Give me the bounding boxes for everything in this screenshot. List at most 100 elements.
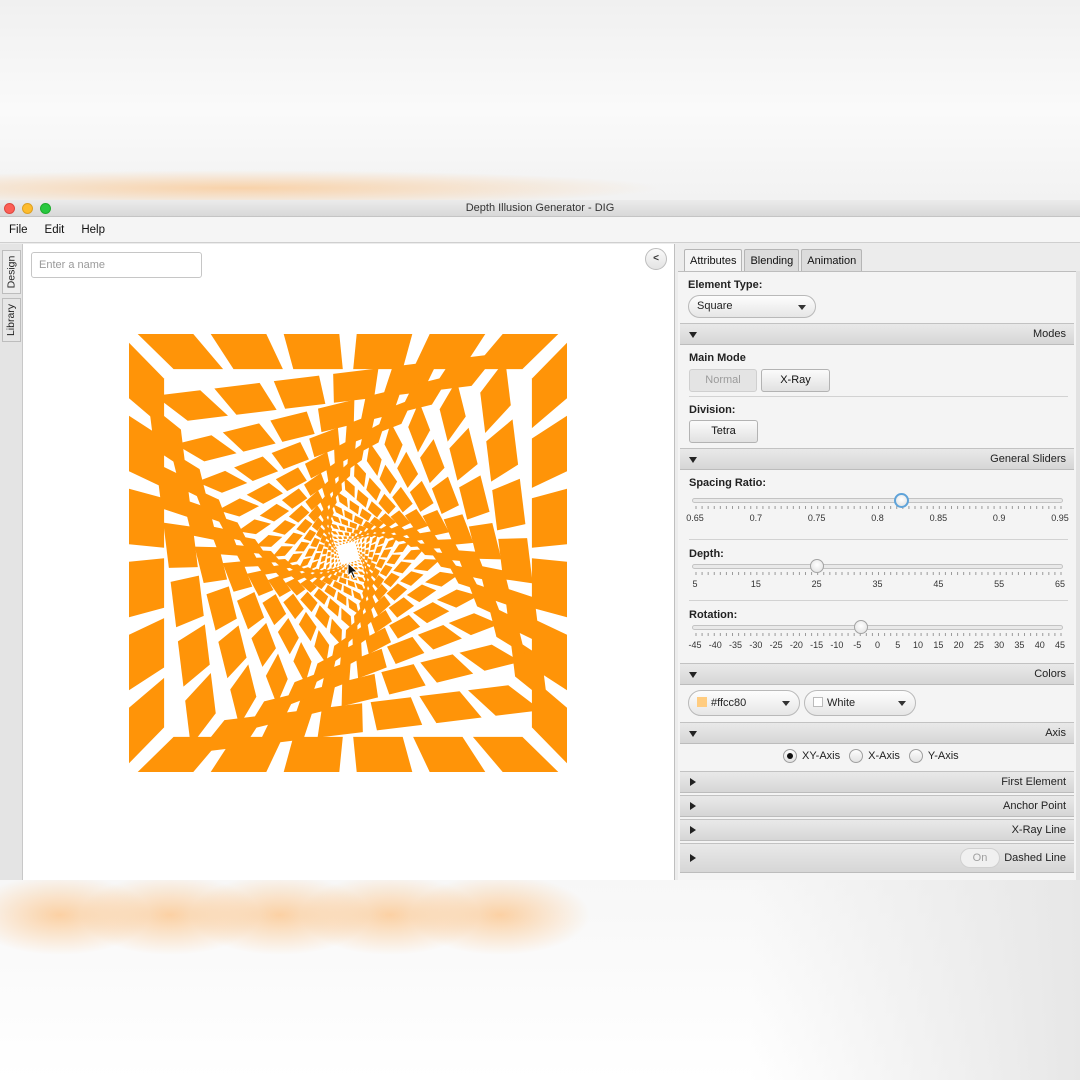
section-modes-header[interactable]: Modes bbox=[680, 323, 1074, 345]
depth-illusion-artwork[interactable] bbox=[127, 332, 569, 774]
illusion-tile bbox=[177, 624, 210, 687]
axis-option-y[interactable]: Y-Axis bbox=[908, 749, 959, 763]
expand-triangle-icon bbox=[689, 457, 697, 463]
dashed-line-toggle[interactable]: On bbox=[960, 848, 1000, 868]
illusion-tile bbox=[331, 548, 334, 553]
primary-color-value: #ffcc80 bbox=[711, 697, 747, 709]
rotation-slider-tick-labels: -45 -40 -35 -30 -25 -20 -15 -10 -5 0 5 10 15 20 25 30 35… bbox=[678, 640, 1078, 652]
axis-option-xy[interactable]: XY-Axis bbox=[783, 749, 840, 763]
design-canvas[interactable]: < bbox=[23, 244, 675, 880]
illusion-tile bbox=[340, 518, 349, 527]
spacing-slider-tick-labels: 0.65 0.7 0.75 0.8 0.85 0.9 0.95 bbox=[678, 513, 1078, 525]
chevron-down-icon bbox=[898, 701, 906, 706]
illusion-tile bbox=[369, 543, 376, 551]
division-tetra-button[interactable]: Tetra bbox=[689, 420, 758, 443]
illusion-tile bbox=[431, 476, 459, 514]
depth-label: Depth: bbox=[689, 548, 724, 560]
side-tab-library-label: Library bbox=[5, 303, 18, 337]
illusion-tile bbox=[338, 540, 343, 543]
section-axis-header[interactable]: Axis bbox=[680, 722, 1074, 744]
section-anchor-point-title: Anchor Point bbox=[1003, 800, 1066, 812]
mode-xray-button[interactable]: X-Ray bbox=[761, 369, 830, 392]
section-anchor-point-header[interactable]: Anchor Point bbox=[680, 795, 1074, 817]
side-tab-design[interactable]: Design bbox=[2, 250, 21, 294]
illusion-tile bbox=[336, 553, 339, 555]
spacing-slider-ticks bbox=[695, 506, 1062, 509]
illusion-tile bbox=[343, 585, 352, 597]
illusion-tile bbox=[283, 334, 343, 370]
illusion-tile bbox=[340, 569, 346, 573]
close-window-button[interactable] bbox=[4, 203, 15, 214]
depth-slider-thumb[interactable] bbox=[809, 559, 824, 573]
illusion-tile bbox=[343, 536, 348, 539]
illusion-tile bbox=[334, 555, 337, 559]
rotation-slider-thumb[interactable] bbox=[854, 620, 869, 634]
panel-scrollbar[interactable] bbox=[1076, 271, 1080, 880]
section-first-element-title: First Element bbox=[1001, 776, 1066, 788]
illusion-tile bbox=[492, 478, 526, 531]
illusion-tile bbox=[372, 554, 380, 563]
side-tab-library[interactable]: Library bbox=[2, 298, 21, 342]
minimize-window-button[interactable] bbox=[22, 203, 33, 214]
illusion-tile bbox=[365, 542, 370, 549]
collapse-panel-button[interactable]: < bbox=[645, 248, 667, 270]
color-swatch-primary bbox=[697, 697, 707, 707]
section-xray-line-header[interactable]: X-Ray Line bbox=[680, 819, 1074, 841]
illusion-tile bbox=[313, 552, 322, 561]
name-input[interactable] bbox=[31, 252, 202, 278]
tick-label: 10 bbox=[913, 640, 924, 650]
primary-color-picker[interactable]: #ffcc80 bbox=[688, 690, 800, 716]
illusion-tile bbox=[275, 467, 307, 492]
rotation-slider-track[interactable] bbox=[692, 625, 1063, 630]
element-type-value: Square bbox=[697, 300, 733, 312]
spacing-slider-track[interactable] bbox=[692, 498, 1063, 503]
illusion-tile bbox=[326, 557, 331, 564]
illusion-tile bbox=[347, 539, 350, 542]
tab-animation[interactable]: Animation bbox=[801, 249, 863, 272]
menu-bar: File Edit Help bbox=[0, 217, 1080, 243]
illusion-tile bbox=[370, 697, 423, 731]
illusion-tile bbox=[531, 342, 567, 429]
illusion-tile bbox=[368, 551, 374, 558]
illusion-tile bbox=[387, 636, 425, 664]
divider bbox=[689, 396, 1068, 397]
axis-option-x[interactable]: X-Axis bbox=[849, 749, 900, 763]
section-colors-header[interactable]: Colors bbox=[680, 663, 1074, 685]
depth-slider-track[interactable] bbox=[692, 564, 1063, 569]
radio-unchecked-icon bbox=[849, 749, 864, 763]
tick-label: 65 bbox=[1054, 579, 1066, 589]
tick-label: -30 bbox=[749, 640, 763, 650]
tab-attributes[interactable]: Attributes bbox=[684, 249, 743, 272]
tick-label: 20 bbox=[953, 640, 964, 650]
menu-help[interactable]: Help bbox=[81, 224, 105, 236]
illusion-tile bbox=[304, 548, 316, 557]
illusion-tile bbox=[361, 537, 365, 543]
depth-slider-ticks bbox=[695, 572, 1062, 575]
axis-radio-group: XY-Axis X-Axis Y-Axis bbox=[783, 749, 968, 763]
tab-blending[interactable]: Blending bbox=[744, 249, 800, 272]
secondary-color-picker[interactable]: White bbox=[804, 690, 916, 716]
illusion-tile bbox=[356, 544, 358, 547]
illusion-tile bbox=[486, 419, 519, 482]
mode-normal-button[interactable]: Normal bbox=[689, 369, 757, 392]
axis-option-x-label: X-Axis bbox=[868, 750, 900, 762]
section-colors-title: Colors bbox=[1034, 668, 1066, 680]
section-general-sliders-header[interactable]: General Sliders bbox=[680, 448, 1074, 470]
window-title: Depth Illusion Generator - DIG bbox=[465, 202, 615, 214]
tick-label: 0.7 bbox=[749, 513, 763, 523]
section-dashed-line-header[interactable]: On Dashed Line bbox=[680, 843, 1074, 873]
zoom-window-button[interactable] bbox=[40, 203, 51, 214]
element-type-label: Element Type: bbox=[688, 279, 763, 291]
illusion-tile bbox=[342, 542, 345, 545]
menu-file[interactable]: File bbox=[9, 224, 28, 236]
illusion-tile bbox=[362, 553, 365, 558]
illusion-tile bbox=[348, 536, 353, 539]
illusion-tile bbox=[332, 536, 338, 540]
illusion-tile bbox=[355, 540, 357, 544]
illusion-tile bbox=[214, 382, 277, 415]
element-type-select[interactable]: Square bbox=[688, 295, 816, 318]
depth-slider-tick-labels: 5 15 25 35 45 55 65 bbox=[678, 579, 1078, 591]
section-first-element-header[interactable]: First Element bbox=[680, 771, 1074, 793]
illusion-tile bbox=[531, 415, 567, 488]
menu-edit[interactable]: Edit bbox=[45, 224, 65, 236]
